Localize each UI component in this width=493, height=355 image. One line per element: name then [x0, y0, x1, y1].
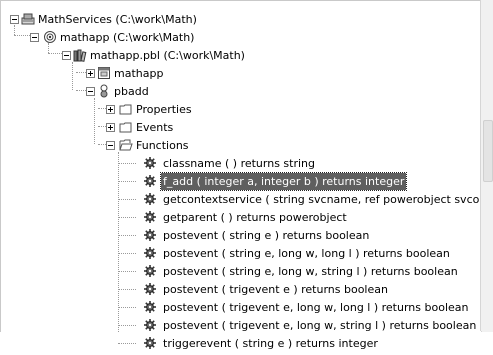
tree-node-function[interactable]: getparent ( ) returns powerobject: [1, 209, 471, 226]
tree-node-properties[interactable]: Properties: [1, 101, 471, 118]
function-gear-icon: [143, 300, 157, 314]
tree-node-label: Events: [136, 121, 174, 134]
tree-node-function[interactable]: postevent ( string e ) returns boolean: [1, 227, 471, 244]
function-gear-icon: [143, 282, 157, 296]
tree-node-label: pbadd: [114, 85, 149, 98]
tree-node-label: postevent ( string e, long w, string l )…: [163, 265, 458, 278]
function-gear-icon: [143, 210, 157, 224]
tree-node-label: f_add ( integer a, integer b ) returns i…: [159, 172, 408, 191]
tree-node-label: getcontextservice ( string svcname, ref …: [163, 193, 493, 206]
tree-node-label: postevent ( trigevent e ) returns boolea…: [163, 283, 388, 296]
scrollbar-thumb[interactable]: [483, 120, 493, 182]
tree-node-label: postevent ( string e, long w, long l ) r…: [163, 247, 450, 260]
folder-closed-icon: [119, 122, 132, 133]
tree-node-label: postevent ( trigevent e, long w, string …: [163, 319, 477, 332]
collapse-toggle[interactable]: [30, 33, 39, 42]
target-icon: [44, 31, 56, 43]
function-gear-icon: [143, 174, 157, 188]
tree-node-target[interactable]: mathapp (C:\work\Math): [1, 29, 471, 46]
tree-node-function[interactable]: getcontextservice ( string svcname, ref …: [1, 191, 493, 208]
tree-node-label: mathapp: [114, 67, 164, 80]
tree-node-label: Properties: [136, 103, 192, 116]
tree-node-label: Functions: [136, 139, 189, 152]
folder-closed-icon: [119, 104, 132, 115]
tree-node-application[interactable]: mathapp: [1, 65, 471, 82]
tree-node-function[interactable]: classname ( ) returns string: [1, 155, 471, 172]
tree-node-function[interactable]: f_add ( integer a, integer b ) returns i…: [1, 172, 471, 191]
folder-open-icon: [119, 139, 133, 151]
function-gear-icon: [143, 192, 157, 206]
tree-node-label: postevent ( trigevent e, long w, long l …: [163, 301, 469, 314]
tree-node-library[interactable]: mathapp.pbl (C:\work\Math): [1, 47, 471, 64]
tree-node-function[interactable]: postevent ( string e, long w, long l ) r…: [1, 245, 471, 262]
function-gear-icon: [143, 336, 157, 350]
tree-node-workspace[interactable]: MathServices (C:\work\Math): [1, 11, 471, 28]
function-gear-icon: [143, 246, 157, 260]
workspace-icon: [21, 13, 35, 25]
tree-node-label: mathapp (C:\work\Math): [60, 31, 195, 44]
function-gear-icon: [143, 318, 157, 332]
tree-node-nonvisual-object[interactable]: pbadd: [1, 83, 471, 100]
function-gear-icon: [143, 264, 157, 278]
tree-node-function[interactable]: postevent ( trigevent e, long w, long l …: [1, 299, 471, 316]
tree-node-function[interactable]: postevent ( trigevent e ) returns boolea…: [1, 281, 471, 298]
tree-node-function[interactable]: postevent ( string e, long w, string l )…: [1, 263, 471, 280]
expand-toggle[interactable]: [106, 105, 115, 114]
expand-toggle[interactable]: [86, 69, 95, 78]
collapse-toggle[interactable]: [106, 141, 115, 150]
tree-node-function[interactable]: postevent ( trigevent e, long w, string …: [1, 317, 476, 334]
tree-node-label: mathapp.pbl (C:\work\Math): [90, 49, 245, 62]
function-gear-icon: [143, 156, 157, 170]
collapse-toggle[interactable]: [86, 87, 95, 96]
tree-node-label: MathServices (C:\work\Math): [38, 13, 197, 26]
expand-toggle[interactable]: [106, 123, 115, 132]
vertical-scrollbar[interactable]: [480, 0, 493, 331]
system-tree[interactable]: MathServices (C:\work\Math) mathapp (C:\…: [0, 0, 493, 350]
tree-node-events[interactable]: Events: [1, 119, 471, 136]
nonvisual-object-icon: [100, 84, 108, 98]
tree-node-function[interactable]: triggerevent ( string e ) returns intege…: [1, 335, 471, 352]
tree-node-functions[interactable]: Functions: [1, 137, 471, 154]
function-gear-icon: [143, 228, 157, 242]
library-icon: [73, 49, 87, 62]
tree-node-label: classname ( ) returns string: [163, 157, 316, 170]
collapse-toggle[interactable]: [62, 51, 71, 60]
tree-node-label: getparent ( ) returns powerobject: [163, 211, 347, 224]
tree-node-label: postevent ( string e ) returns boolean: [163, 229, 370, 242]
collapse-toggle[interactable]: [10, 15, 19, 24]
tree-node-label: triggerevent ( string e ) returns intege…: [163, 337, 378, 350]
application-icon: [98, 67, 110, 79]
